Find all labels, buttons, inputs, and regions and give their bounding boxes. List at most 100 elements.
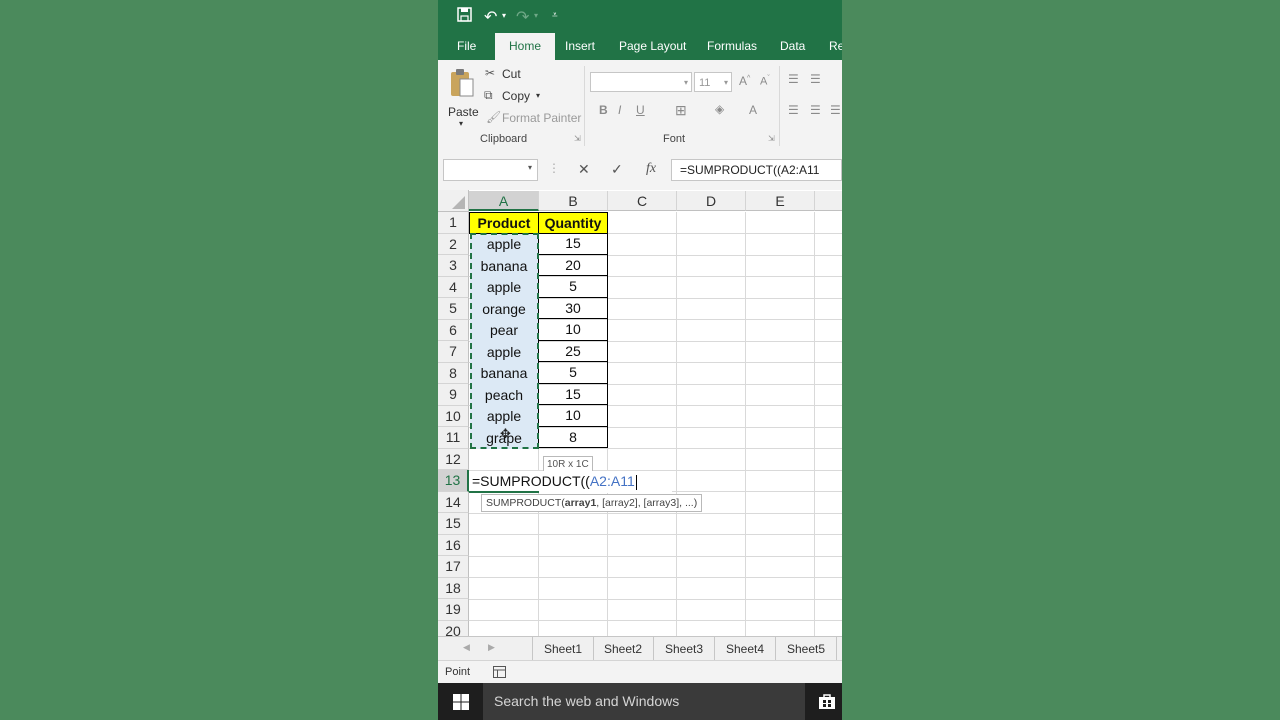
- header-cell-quantity[interactable]: Quantity: [538, 212, 608, 234]
- row-header[interactable]: 16: [438, 534, 469, 556]
- quantity-cell[interactable]: 8: [538, 426, 608, 448]
- row-header[interactable]: 8: [438, 362, 469, 384]
- function-name[interactable]: SUMPRODUCT(: [486, 497, 565, 509]
- quantity-cell[interactable]: 5: [538, 276, 608, 298]
- quantity-cell[interactable]: 25: [538, 340, 608, 362]
- quantity-cell[interactable]: 10: [538, 405, 608, 427]
- column-header-b[interactable]: B: [539, 191, 608, 211]
- align-center-icon[interactable]: ☰: [810, 103, 821, 117]
- name-box-dropdown-icon[interactable]: ▾: [528, 163, 532, 172]
- macro-record-icon[interactable]: [493, 665, 506, 683]
- copy-button[interactable]: Copy: [502, 89, 530, 103]
- format-painter-button[interactable]: Format Painter: [502, 111, 581, 125]
- row-header[interactable]: 17: [438, 556, 469, 578]
- font-name-dropdown-icon[interactable]: ▾: [684, 73, 688, 93]
- sheet-tab-2[interactable]: Sheet2: [593, 637, 654, 661]
- product-cell[interactable]: orange: [470, 298, 538, 320]
- tab-page-layout[interactable]: Page Layout: [619, 33, 686, 60]
- editing-cell-a13[interactable]: =SUMPRODUCT((A2:A11: [469, 471, 672, 493]
- quantity-cell[interactable]: 10: [538, 319, 608, 341]
- column-header-f[interactable]: [815, 191, 842, 211]
- font-size-box[interactable]: 11 ▾: [694, 72, 732, 92]
- underline-icon[interactable]: U: [636, 103, 645, 117]
- font-color-icon[interactable]: A: [749, 103, 757, 117]
- product-cell[interactable]: peach: [470, 384, 538, 406]
- tab-formulas[interactable]: Formulas: [707, 33, 757, 60]
- row-header[interactable]: 1: [438, 212, 469, 234]
- redo-icon[interactable]: ↷: [516, 7, 529, 27]
- row-header[interactable]: 7: [438, 341, 469, 363]
- undo-dropdown-icon[interactable]: ▾: [502, 11, 506, 20]
- grow-font-icon[interactable]: A^: [739, 74, 750, 88]
- cancel-icon[interactable]: ✕: [578, 161, 590, 178]
- paste-button[interactable]: Paste ▾: [446, 66, 479, 128]
- row-header[interactable]: 9: [438, 384, 469, 406]
- paste-dropdown-icon[interactable]: ▾: [459, 119, 463, 128]
- product-cell[interactable]: banana: [470, 255, 538, 277]
- align-left-icon[interactable]: ☰: [788, 103, 799, 117]
- sheet-tab-3[interactable]: Sheet3: [654, 637, 715, 661]
- undo-icon[interactable]: ↶: [484, 7, 497, 27]
- row-header[interactable]: 3: [438, 255, 469, 277]
- font-name-box[interactable]: ▾: [590, 72, 692, 92]
- tab-data[interactable]: Data: [780, 33, 805, 60]
- font-launcher-icon[interactable]: ⇲: [768, 134, 775, 143]
- quantity-cell[interactable]: 20: [538, 254, 608, 276]
- formula-input[interactable]: =SUMPRODUCT((A2:A11: [671, 159, 842, 181]
- taskbar-search-box[interactable]: Search the web and Windows: [483, 683, 805, 720]
- row-header[interactable]: 5: [438, 298, 469, 320]
- enter-icon[interactable]: ✓: [611, 161, 623, 178]
- row-header[interactable]: 14: [438, 491, 469, 513]
- column-header-e[interactable]: E: [746, 191, 815, 211]
- save-icon[interactable]: [457, 7, 472, 26]
- row-header[interactable]: 10: [438, 405, 469, 427]
- quantity-cell[interactable]: 30: [538, 297, 608, 319]
- clipboard-launcher-icon[interactable]: ⇲: [574, 134, 581, 143]
- bold-icon[interactable]: B: [599, 103, 608, 117]
- row-header[interactable]: 20: [438, 620, 469, 636]
- shrink-font-icon[interactable]: Aˇ: [760, 75, 770, 88]
- row-header[interactable]: 15: [438, 513, 469, 535]
- function-signature-tooltip[interactable]: SUMPRODUCT(array1, [array2], [array3], .…: [481, 494, 703, 512]
- tab-review[interactable]: Re: [829, 33, 842, 60]
- align-right-icon[interactable]: ☰: [830, 103, 841, 117]
- scroll-left-icon[interactable]: ◀: [463, 642, 470, 653]
- column-header-d[interactable]: D: [677, 191, 746, 211]
- column-header-c[interactable]: C: [608, 191, 677, 211]
- sheet-tab-5[interactable]: Sheet5: [776, 637, 837, 661]
- tab-file[interactable]: File: [457, 33, 476, 60]
- product-cell[interactable]: apple: [470, 406, 538, 428]
- sheet-tab-4[interactable]: Sheet4: [715, 637, 776, 661]
- row-header[interactable]: 13: [438, 470, 469, 492]
- align-top-icon[interactable]: ☰: [788, 72, 799, 86]
- tab-home[interactable]: Home: [495, 33, 556, 60]
- store-icon[interactable]: [818, 693, 836, 715]
- quantity-cell[interactable]: 15: [538, 233, 608, 255]
- cut-button[interactable]: Cut: [502, 67, 521, 81]
- product-cell[interactable]: apple: [470, 277, 538, 299]
- worksheet-grid[interactable]: A B C D E 1 2 3 4 5 6 7 8 9 10 11 12 13 …: [438, 190, 842, 636]
- name-box[interactable]: ▾: [443, 159, 538, 181]
- product-cell[interactable]: pear: [470, 320, 538, 342]
- product-cell[interactable]: banana: [470, 363, 538, 385]
- windows-start-icon[interactable]: [453, 694, 469, 715]
- redo-dropdown-icon[interactable]: ▾: [534, 11, 538, 20]
- fill-color-icon[interactable]: ◈: [715, 102, 724, 116]
- row-header[interactable]: 11: [438, 427, 469, 449]
- copy-dropdown-icon[interactable]: ▾: [536, 91, 540, 100]
- scroll-right-icon[interactable]: ▶: [488, 642, 495, 653]
- insert-function-icon[interactable]: fx: [646, 161, 656, 177]
- row-header[interactable]: 19: [438, 599, 469, 621]
- quantity-cell[interactable]: 15: [538, 383, 608, 405]
- function-arg-array1[interactable]: array1: [565, 497, 597, 509]
- row-header[interactable]: 6: [438, 319, 469, 341]
- column-header-a[interactable]: A: [469, 191, 539, 211]
- row-header[interactable]: 2: [438, 233, 469, 255]
- row-header[interactable]: 12: [438, 448, 469, 470]
- tab-insert[interactable]: Insert: [565, 33, 595, 60]
- customize-icon[interactable]: ⩡: [552, 10, 558, 21]
- font-size-dropdown-icon[interactable]: ▾: [724, 73, 728, 93]
- header-cell-product[interactable]: Product: [469, 212, 539, 234]
- row-header[interactable]: 4: [438, 276, 469, 298]
- product-cell[interactable]: apple: [470, 234, 538, 256]
